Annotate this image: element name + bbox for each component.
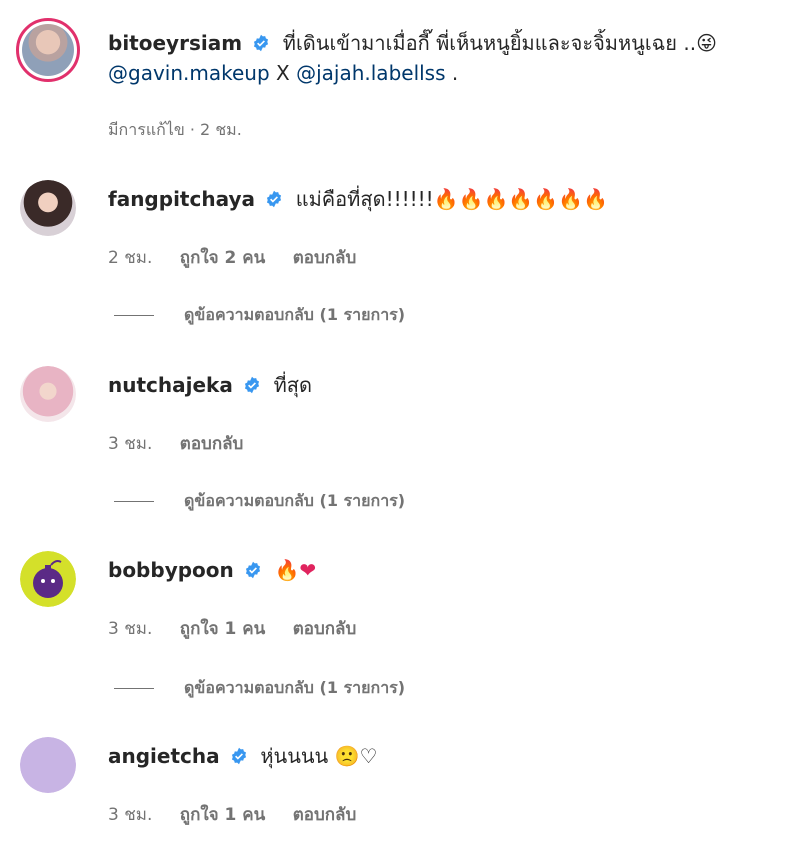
replies-divider (114, 315, 154, 316)
comment-meta: 2 ชม. ถูกใจ 2 คน ตอบกลับ (108, 244, 378, 271)
reply-button[interactable]: ตอบกลับ (293, 805, 357, 825)
caption-dot: . (451, 61, 459, 85)
mention-link[interactable]: @jajah.labellss (296, 61, 445, 85)
fire-emoji: 🔥🔥🔥🔥🔥🔥🔥 (433, 187, 608, 211)
avatar-fangpitchaya[interactable] (20, 180, 76, 236)
likes-count[interactable]: ถูกใจ 1 คน (180, 805, 266, 825)
comment-text: ที่สุด (273, 373, 312, 397)
verified-badge-icon (267, 190, 282, 208)
likes-count[interactable]: ถูกใจ 1 คน (180, 619, 266, 639)
avatar-nutchajeka[interactable] (20, 366, 76, 422)
view-replies-button[interactable]: ดูข้อความตอบกลับ (1 รายการ) (114, 303, 405, 328)
bomb-avatar-icon (20, 551, 76, 607)
verified-badge-icon (254, 34, 269, 52)
caption-x: X (276, 61, 290, 85)
username[interactable]: fangpitchaya (108, 187, 255, 211)
view-replies-label: ดูข้อความตอบกลับ (1 รายการ) (184, 678, 406, 697)
username[interactable]: bobbypoon (108, 558, 234, 582)
reply-button[interactable]: ตอบกลับ (180, 434, 244, 454)
verified-badge-icon (231, 747, 247, 765)
replies-divider (114, 501, 154, 502)
comment-meta: 3 ชม. ถูกใจ 1 คน ตอบกลับ (108, 801, 378, 828)
view-replies-label: ดูข้อความตอบกลับ (1 รายการ) (184, 305, 406, 324)
view-replies-button[interactable]: ดูข้อความตอบกลับ (1 รายการ) (114, 676, 405, 701)
likes-count[interactable]: ถูกใจ 2 คน (180, 248, 266, 268)
replies-divider (114, 688, 154, 689)
verified-badge-icon (246, 561, 261, 579)
comment-time[interactable]: 3 ชม. (108, 805, 152, 825)
comment-text: แม่คือที่สุด!!!!!! (295, 187, 434, 211)
fire-heart-emoji: 🔥❤ (274, 558, 317, 582)
view-replies-label: ดูข้อความตอบกลับ (1 รายการ) (184, 491, 406, 510)
comment-text: หุ่นนนน (260, 744, 329, 768)
comment-time[interactable]: 3 ชม. (108, 619, 152, 639)
caption-meta: มีการแก้ไข · 2 ชม. (108, 120, 242, 139)
avatar-angietcha[interactable] (20, 737, 76, 793)
sad-face-heart-emoji: 🙁♡ (334, 744, 378, 768)
verified-badge-icon (245, 376, 260, 394)
username[interactable]: angietcha (108, 744, 220, 768)
username[interactable]: bitoeyrsiam (108, 31, 242, 55)
avatar-bitoeyrsiam[interactable] (16, 18, 80, 82)
comment-meta: 3 ชม. ถูกใจ 1 คน ตอบกลับ (108, 615, 378, 642)
caption-text: ที่เดินเข้ามาเมื่อกี๊ พี่เห็นหนูยิ้มและจ… (282, 31, 717, 55)
username[interactable]: nutchajeka (108, 373, 233, 397)
comment-meta: 3 ชม. ตอบกลับ (108, 430, 265, 457)
avatar-bobbypoon[interactable] (20, 551, 76, 607)
reply-button[interactable]: ตอบกลับ (293, 248, 357, 268)
mention-link[interactable]: @gavin.makeup (108, 61, 270, 85)
view-replies-button[interactable]: ดูข้อความตอบกลับ (1 รายการ) (114, 489, 405, 514)
comment-time[interactable]: 3 ชม. (108, 434, 152, 454)
comment-time[interactable]: 2 ชม. (108, 248, 152, 268)
reply-button[interactable]: ตอบกลับ (293, 619, 357, 639)
